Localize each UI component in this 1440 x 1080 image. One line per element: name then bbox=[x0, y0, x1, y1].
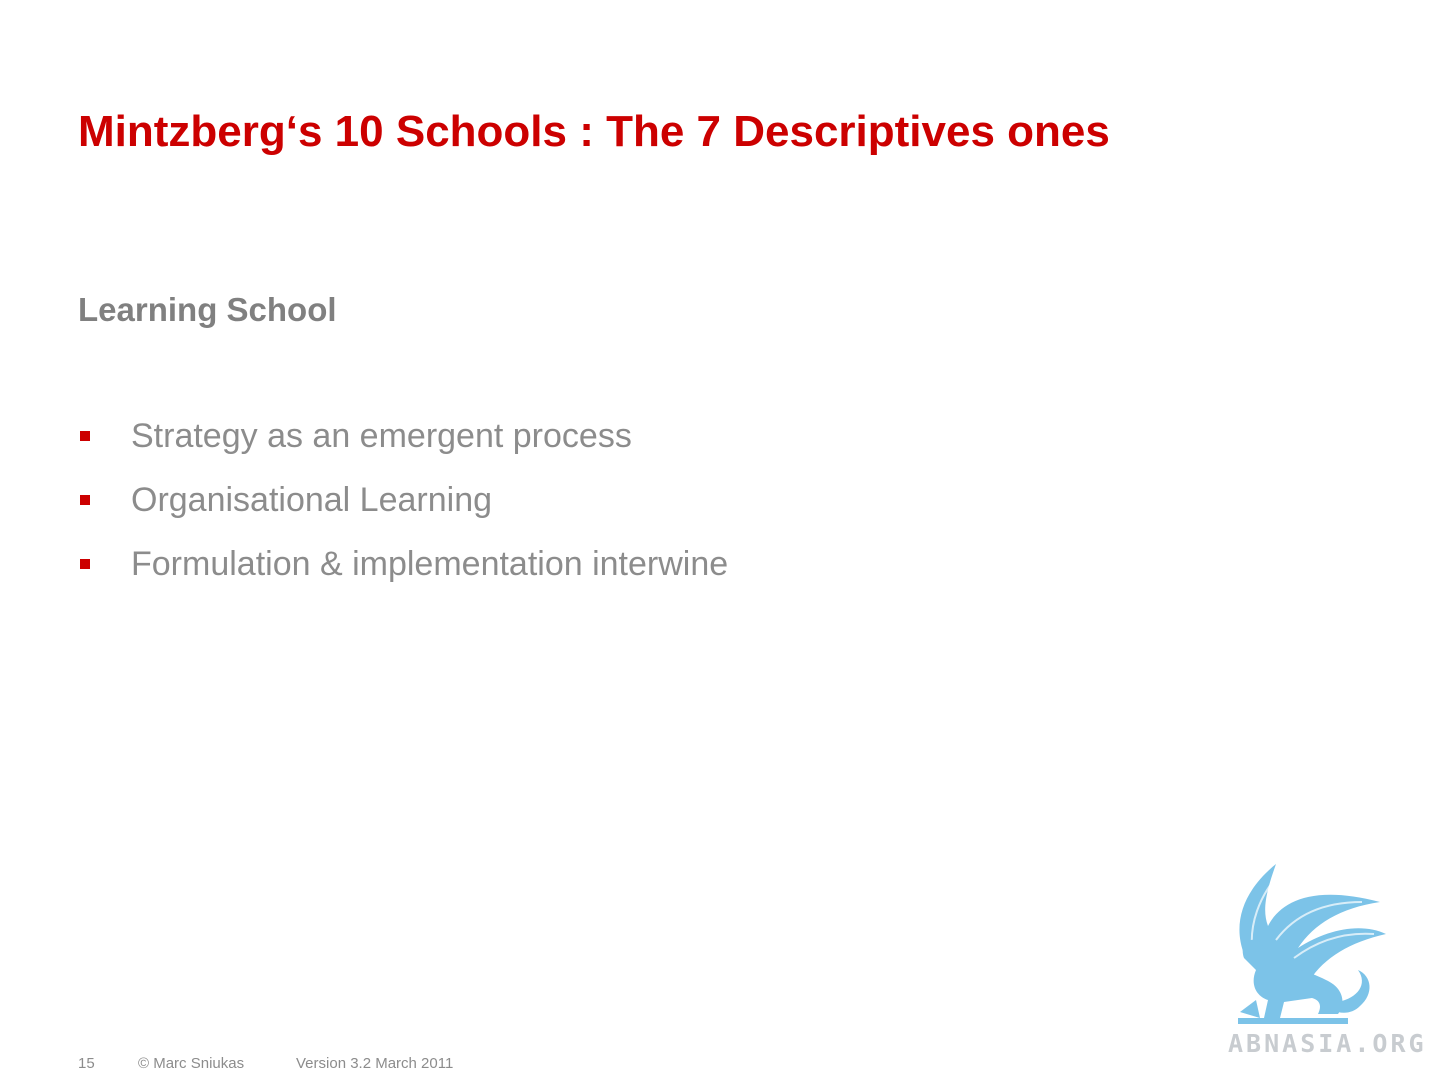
bullet-text: Organisational Learning bbox=[131, 481, 493, 519]
slide-subtitle: Learning School bbox=[78, 291, 337, 328]
bullet-text: Formulation & implementation interwine bbox=[131, 545, 729, 583]
version-text: Version 3.2 March 2011 bbox=[296, 1055, 454, 1072]
slide: Mintzberg‘s 10 Schools : The 7 Descripti… bbox=[0, 0, 1440, 1080]
copyright-text: © Marc Sniukas bbox=[138, 1055, 245, 1072]
watermark-logo: ABNASIA.ORG bbox=[1222, 862, 1434, 1062]
griffin-icon bbox=[1238, 864, 1386, 1024]
square-bullet-icon bbox=[80, 495, 90, 505]
square-bullet-icon bbox=[80, 431, 90, 441]
watermark-text: ABNASIA.ORG bbox=[1228, 1029, 1427, 1058]
bullet-text: Strategy as an emergent process bbox=[131, 417, 632, 455]
slide-title: Mintzberg‘s 10 Schools : The 7 Descripti… bbox=[78, 107, 1110, 156]
square-bullet-icon bbox=[80, 559, 90, 569]
page-number: 15 bbox=[78, 1055, 95, 1072]
